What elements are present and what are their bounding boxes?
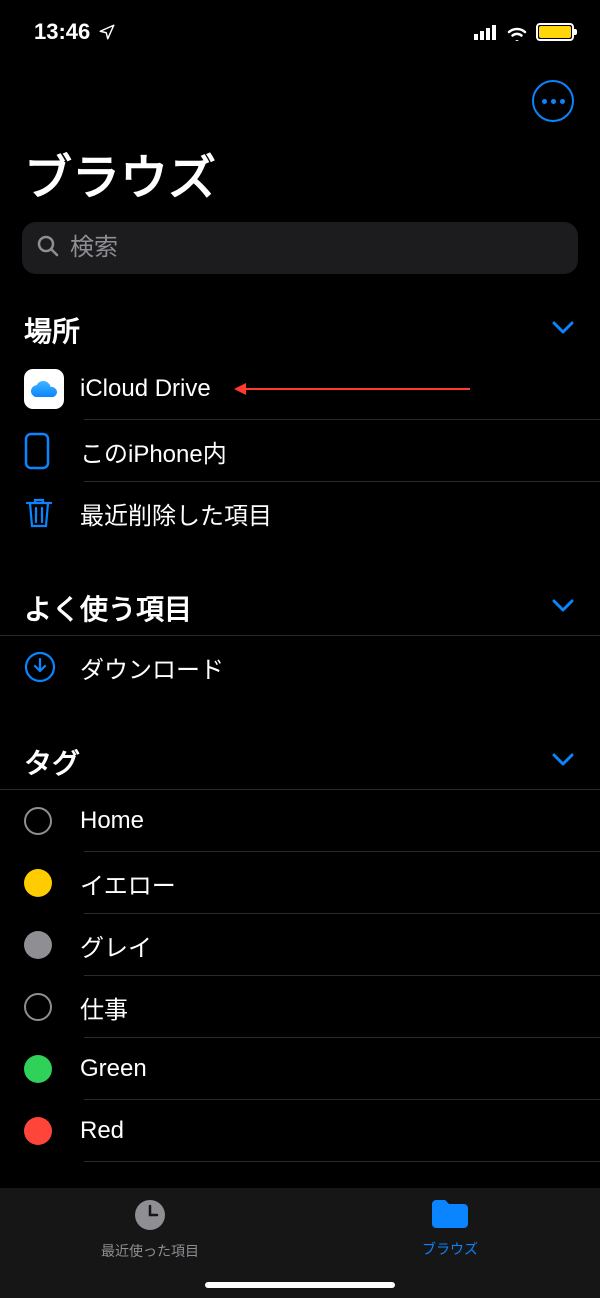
tag-label: グレイ <box>80 928 600 963</box>
favorite-label: ダウンロード <box>80 650 600 685</box>
location-label: 最近削除した項目 <box>80 496 600 531</box>
tag-color-dot <box>24 807 52 835</box>
tag-color-dot <box>24 1055 52 1083</box>
cellular-icon <box>474 24 498 40</box>
page-title: ブラウズ <box>0 122 600 222</box>
location-on-my-iphone[interactable]: このiPhone内 <box>0 420 600 482</box>
tag-label: Red <box>80 1117 600 1145</box>
chevron-down-icon <box>552 753 574 772</box>
status-time: 13:46 <box>34 19 90 45</box>
tab-bar: 最近使った項目 ブラウズ <box>0 1188 600 1298</box>
iphone-icon <box>24 432 80 470</box>
chevron-down-icon <box>552 599 574 618</box>
location-recently-deleted[interactable]: 最近削除した項目 <box>0 482 600 544</box>
chevron-down-icon <box>552 321 574 340</box>
tag-row[interactable]: 仕事 <box>0 976 600 1038</box>
icloud-drive-icon <box>24 369 64 409</box>
search-icon <box>36 234 60 263</box>
tags-header[interactable]: タグ <box>0 698 600 790</box>
home-indicator[interactable] <box>205 1282 395 1288</box>
status-right <box>474 23 574 41</box>
tags-list: Home イエローグレイ仕事 Green Red <box>0 790 600 1162</box>
favorites-title: よく使う項目 <box>24 588 192 628</box>
tab-label: 最近使った項目 <box>101 1241 199 1261</box>
tag-row[interactable]: Home <box>0 790 600 852</box>
search-field[interactable] <box>22 222 578 274</box>
search-input[interactable] <box>70 234 564 262</box>
tag-color-dot <box>24 931 52 959</box>
tag-color-dot <box>24 993 52 1021</box>
tag-color-dot <box>24 869 52 897</box>
tag-label: 仕事 <box>80 990 600 1025</box>
status-left: 13:46 <box>34 19 116 45</box>
tag-row[interactable]: イエロー <box>0 852 600 914</box>
download-icon <box>24 651 80 683</box>
locations-header[interactable]: 場所 <box>0 274 600 358</box>
more-options-button[interactable] <box>532 80 574 122</box>
tags-title: タグ <box>24 742 80 782</box>
tag-row[interactable]: Red <box>0 1100 600 1162</box>
tag-label: Home <box>80 807 600 835</box>
clock-icon <box>133 1198 167 1237</box>
tab-label: ブラウズ <box>422 1239 478 1259</box>
tag-label: Green <box>80 1055 600 1083</box>
wifi-icon <box>505 23 529 41</box>
locations-title: 場所 <box>24 310 80 350</box>
battery-icon <box>536 23 574 41</box>
tag-row[interactable]: グレイ <box>0 914 600 976</box>
location-label: このiPhone内 <box>80 434 600 469</box>
favorite-downloads[interactable]: ダウンロード <box>0 636 600 698</box>
tag-row[interactable]: Green <box>0 1038 600 1100</box>
tag-label: イエロー <box>80 866 600 901</box>
more-icon <box>542 99 565 104</box>
folder-icon <box>430 1198 470 1235</box>
tag-color-dot <box>24 1117 52 1145</box>
trash-icon <box>24 496 80 530</box>
files-browse-screen: 13:46 ブラウズ 場所 <box>0 0 600 1298</box>
favorites-header[interactable]: よく使う項目 <box>0 544 600 636</box>
status-bar: 13:46 <box>0 0 600 50</box>
location-icon <box>98 23 116 41</box>
annotation-arrow <box>246 388 470 390</box>
